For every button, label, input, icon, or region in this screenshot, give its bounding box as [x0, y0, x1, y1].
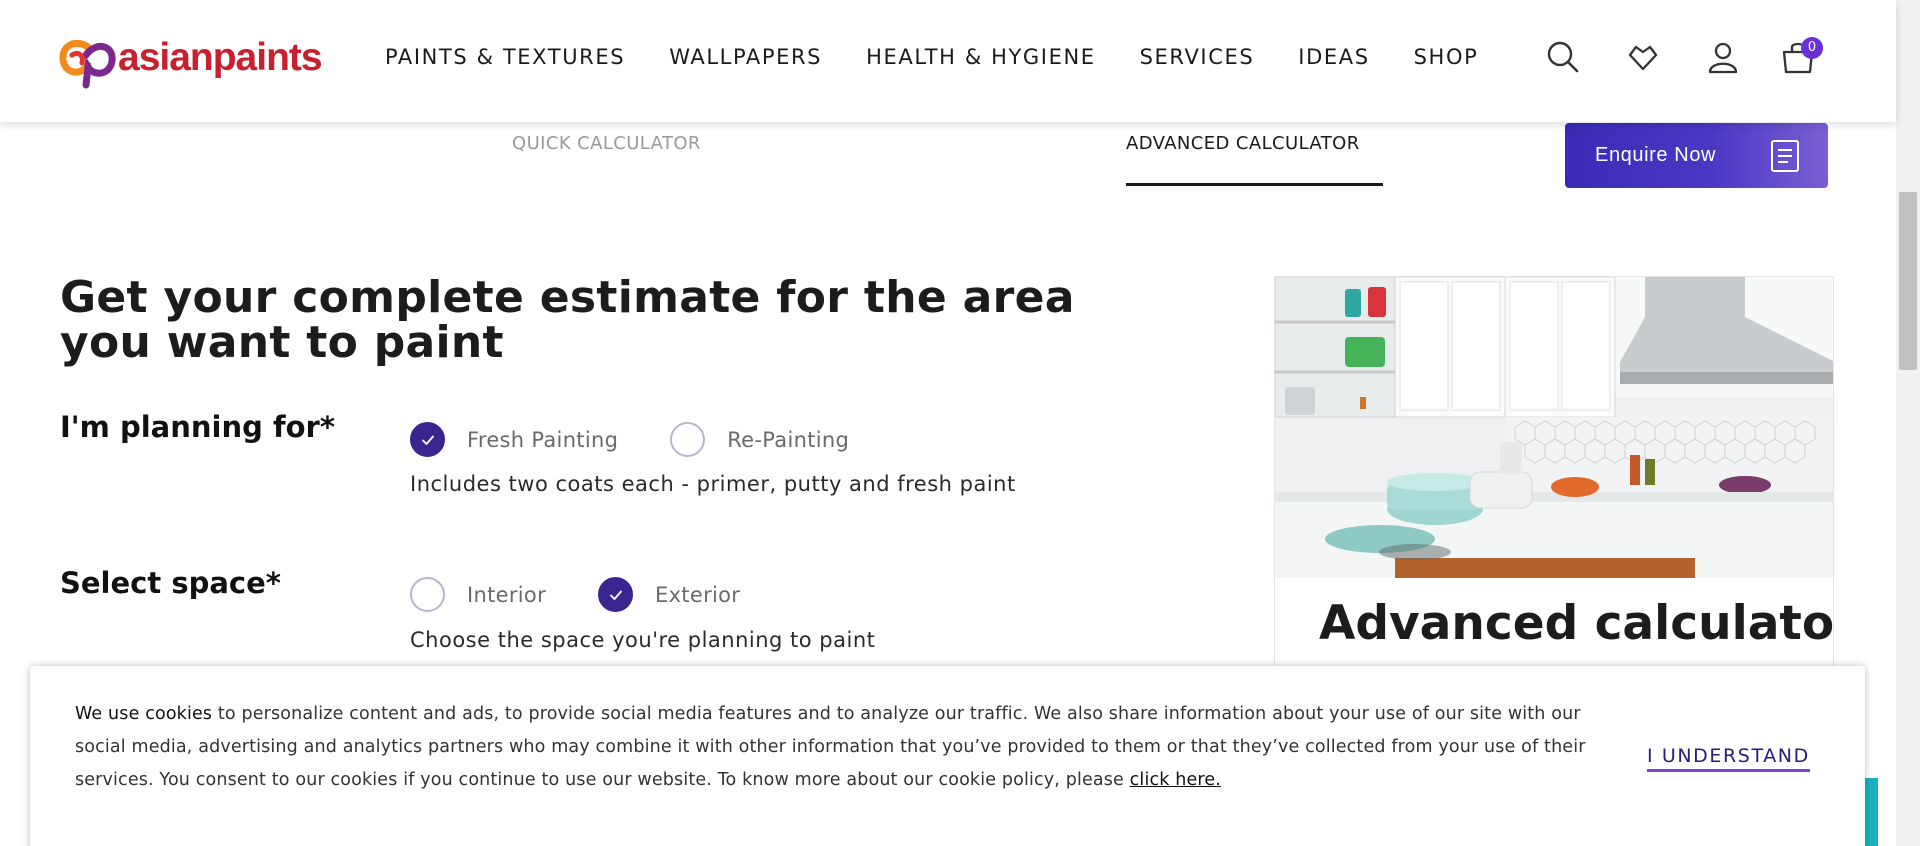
planning-radio-group: Fresh Painting Re-Painting: [410, 422, 901, 457]
i-understand-button[interactable]: I UNDERSTAND: [1647, 745, 1810, 772]
kitchen-photo: [1275, 277, 1833, 578]
radio-re-painting[interactable]: Re-Painting: [670, 422, 849, 457]
planning-for-label: I'm planning for*: [60, 410, 335, 444]
planning-hint: Includes two coats each - primer, putty …: [410, 472, 1016, 496]
radio-checked-icon[interactable]: [410, 422, 445, 457]
advanced-calculator-card: Advanced calculator: [1274, 276, 1834, 696]
select-space-label: Select space*: [60, 566, 281, 600]
nav-item-shop[interactable]: SHOP: [1414, 45, 1479, 69]
space-hint: Choose the space you're planning to pain…: [410, 628, 876, 652]
radio-unchecked-icon[interactable]: [670, 422, 706, 457]
radio-label-interior[interactable]: Interior: [467, 583, 546, 607]
page-scrollbar[interactable]: [1896, 0, 1920, 846]
nav-item-services[interactable]: SERVICES: [1140, 45, 1255, 69]
document-icon: [1771, 140, 1799, 172]
nav-item-paints-textures[interactable]: PAINTS & TEXTURES: [385, 45, 625, 69]
radio-checked-icon[interactable]: [598, 577, 634, 612]
radio-label-fresh-painting[interactable]: Fresh Painting: [467, 428, 618, 452]
cart-count-badge: 0: [1801, 37, 1823, 59]
tab-quick-calculator[interactable]: QUICK CALCULATOR: [512, 133, 701, 154]
cookie-consent-banner: We use cookies to personalize content an…: [30, 666, 1865, 846]
site-header: asianpaints PAINTS & TEXTURES WALLPAPERS…: [0, 0, 1896, 122]
radio-interior[interactable]: Interior: [410, 577, 546, 612]
space-radio-group: Interior Exterior: [410, 577, 792, 612]
cookie-lead: We use cookies: [75, 704, 213, 724]
wishlist-heart-icon[interactable]: [1626, 40, 1660, 74]
user-icon[interactable]: [1706, 40, 1740, 74]
page-title: Get your complete estimate for the area …: [60, 272, 1075, 368]
asianpaints-logo[interactable]: asianpaints: [58, 33, 323, 89]
search-icon[interactable]: [1546, 40, 1580, 74]
main-navigation: PAINTS & TEXTURES WALLPAPERS HEALTH & HY…: [385, 45, 1478, 69]
cookie-body-text: to personalize content and ads, to provi…: [75, 704, 1586, 790]
cookie-message: We use cookies to personalize content an…: [75, 698, 1635, 797]
scrollbar-thumb[interactable]: [1899, 192, 1917, 370]
logo-mark-icon: [59, 40, 116, 89]
radio-label-re-painting[interactable]: Re-Painting: [727, 428, 849, 452]
nav-item-health-hygiene[interactable]: HEALTH & HYGIENE: [866, 45, 1096, 69]
radio-exterior[interactable]: Exterior: [598, 577, 740, 612]
cookie-policy-link[interactable]: click here.: [1130, 770, 1221, 790]
tab-advanced-calculator[interactable]: ADVANCED CALCULATOR: [1126, 133, 1360, 154]
radio-label-exterior[interactable]: Exterior: [655, 583, 740, 607]
radio-unchecked-icon[interactable]: [410, 577, 445, 612]
brand-name: asianpaints: [118, 36, 323, 79]
nav-item-ideas[interactable]: IDEAS: [1298, 45, 1369, 69]
enquire-now-label: Enquire Now: [1595, 144, 1717, 166]
side-card-title: Advanced calculator: [1319, 596, 1834, 651]
nav-item-wallpapers[interactable]: WALLPAPERS: [669, 45, 822, 69]
enquire-now-button[interactable]: Enquire Now: [1565, 123, 1828, 188]
active-tab-indicator: [1126, 183, 1383, 186]
radio-fresh-painting[interactable]: Fresh Painting: [410, 422, 618, 457]
